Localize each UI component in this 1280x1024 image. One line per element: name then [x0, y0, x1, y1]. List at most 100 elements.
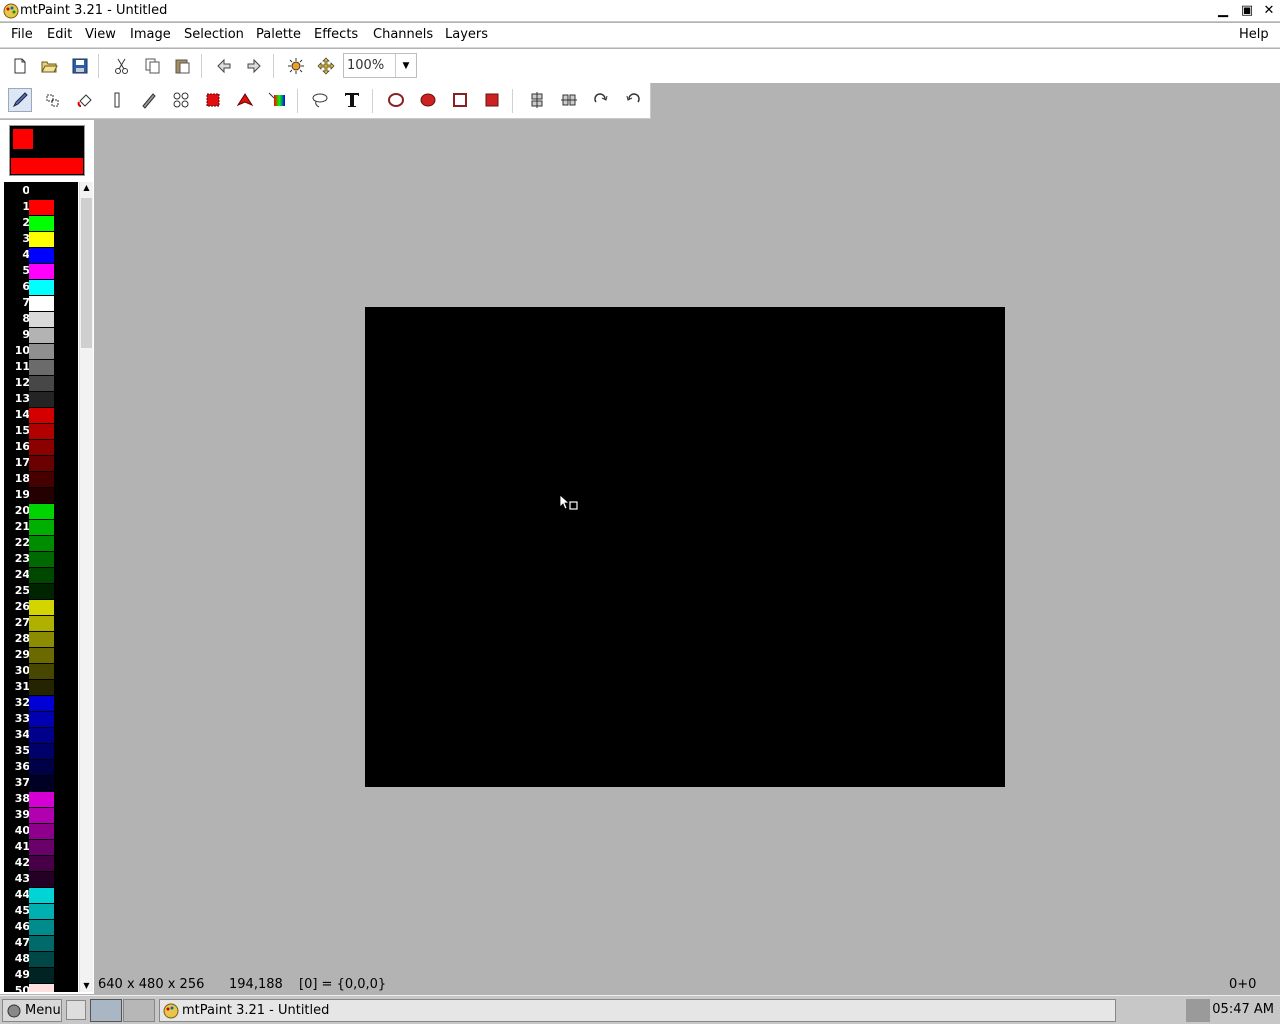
- workspace-1-button[interactable]: [90, 999, 122, 1022]
- palette-color[interactable]: [29, 712, 54, 727]
- ellipse-filled-icon[interactable]: [416, 88, 440, 112]
- palette-color[interactable]: [29, 472, 54, 487]
- palette-entry[interactable]: 11: [4, 359, 78, 375]
- minimize-button[interactable]: ▁: [1214, 3, 1232, 19]
- start-menu-button[interactable]: Menu: [2, 999, 62, 1022]
- ellipse-outline-icon[interactable]: [384, 88, 408, 112]
- palette-color[interactable]: [29, 568, 54, 583]
- palette-color[interactable]: [29, 440, 54, 455]
- palette-color[interactable]: [29, 600, 54, 615]
- palette-entry[interactable]: 12: [4, 375, 78, 391]
- palette-color[interactable]: [29, 824, 54, 839]
- rectangle-outline-icon[interactable]: [448, 88, 472, 112]
- palette-color[interactable]: [29, 552, 54, 567]
- palette-color[interactable]: [29, 616, 54, 631]
- palette-color[interactable]: [29, 920, 54, 935]
- palette-color[interactable]: [29, 216, 54, 231]
- line-tool-icon[interactable]: [105, 88, 129, 112]
- rotate-clockwise-icon[interactable]: [589, 88, 613, 112]
- show-desktop-icon[interactable]: [66, 1000, 86, 1020]
- palette-color[interactable]: [29, 424, 54, 439]
- palette-list[interactable]: 0 1 2 3 4 5 6 7 8 9 10 11 12 13 14 15 16 17 18 19 20 21 22 23 24…: [4, 182, 78, 992]
- palette-entry[interactable]: 26: [4, 599, 78, 615]
- menu-effects[interactable]: Effects: [314, 27, 358, 42]
- palette-entry[interactable]: 2: [4, 215, 78, 231]
- select-polygon-tool-icon[interactable]: [233, 88, 257, 112]
- copy-icon[interactable]: [140, 54, 164, 78]
- palette-entry[interactable]: 45: [4, 903, 78, 919]
- flip-vertical-icon[interactable]: [525, 88, 549, 112]
- palette-entry[interactable]: 48: [4, 951, 78, 967]
- rectangle-filled-icon[interactable]: [480, 88, 504, 112]
- open-file-icon[interactable]: [37, 54, 61, 78]
- smudge-tool-icon[interactable]: [137, 88, 161, 112]
- brightness-icon[interactable]: [284, 54, 308, 78]
- palette-entry[interactable]: 32: [4, 695, 78, 711]
- menu-help[interactable]: Help: [1239, 27, 1269, 42]
- palette-color[interactable]: [29, 184, 54, 199]
- palette-color[interactable]: [29, 504, 54, 519]
- color-swatch[interactable]: [9, 125, 85, 176]
- palette-color[interactable]: [29, 792, 54, 807]
- palette-entry[interactable]: 13: [4, 391, 78, 407]
- palette-entry[interactable]: 41: [4, 839, 78, 855]
- palette-entry[interactable]: 50: [4, 983, 78, 992]
- palette-color[interactable]: [29, 360, 54, 375]
- palette-entry[interactable]: 14: [4, 407, 78, 423]
- menu-edit[interactable]: Edit: [47, 27, 72, 42]
- menu-selection[interactable]: Selection: [184, 27, 244, 42]
- palette-color[interactable]: [29, 632, 54, 647]
- chevron-down-icon[interactable]: ▼: [395, 54, 416, 77]
- palette-color[interactable]: [29, 312, 54, 327]
- palette-color[interactable]: [29, 984, 54, 992]
- palette-color[interactable]: [29, 232, 54, 247]
- palette-entry[interactable]: 49: [4, 967, 78, 983]
- palette-entry[interactable]: 39: [4, 807, 78, 823]
- new-file-icon[interactable]: [8, 54, 32, 78]
- palette-entry[interactable]: 46: [4, 919, 78, 935]
- palette-scrollbar[interactable]: ▲ ▼: [79, 182, 93, 992]
- palette-entry[interactable]: 19: [4, 487, 78, 503]
- palette-color[interactable]: [29, 888, 54, 903]
- clone-tool-icon[interactable]: [169, 88, 193, 112]
- menu-channels[interactable]: Channels: [373, 27, 433, 42]
- flip-horizontal-icon[interactable]: [557, 88, 581, 112]
- palette-color[interactable]: [29, 776, 54, 791]
- palette-color[interactable]: [29, 728, 54, 743]
- palette-color[interactable]: [29, 952, 54, 967]
- palette-entry[interactable]: 5: [4, 263, 78, 279]
- palette-entry[interactable]: 38: [4, 791, 78, 807]
- cut-icon[interactable]: [110, 54, 134, 78]
- palette-entry[interactable]: 33: [4, 711, 78, 727]
- palette-entry[interactable]: 29: [4, 647, 78, 663]
- palette-color[interactable]: [29, 264, 54, 279]
- palette-color[interactable]: [29, 840, 54, 855]
- palette-color[interactable]: [29, 760, 54, 775]
- menu-view[interactable]: View: [85, 27, 116, 42]
- palette-color[interactable]: [29, 856, 54, 871]
- palette-color[interactable]: [29, 520, 54, 535]
- palette-entry[interactable]: 42: [4, 855, 78, 871]
- palette-entry[interactable]: 35: [4, 743, 78, 759]
- palette-color[interactable]: [29, 248, 54, 263]
- palette-color[interactable]: [29, 664, 54, 679]
- palette-color[interactable]: [29, 328, 54, 343]
- palette-entry[interactable]: 17: [4, 455, 78, 471]
- palette-color[interactable]: [29, 536, 54, 551]
- palette-entry[interactable]: 40: [4, 823, 78, 839]
- palette-color[interactable]: [29, 872, 54, 887]
- paste-icon[interactable]: [170, 54, 194, 78]
- select-rectangle-tool-icon[interactable]: [201, 88, 225, 112]
- workspace-2-button[interactable]: [123, 999, 155, 1022]
- palette-entry[interactable]: 47: [4, 935, 78, 951]
- palette-color[interactable]: [29, 488, 54, 503]
- paint-brush-tool-icon[interactable]: [8, 88, 32, 112]
- palette-color[interactable]: [29, 744, 54, 759]
- palette-entry[interactable]: 3: [4, 231, 78, 247]
- palette-color[interactable]: [29, 680, 54, 695]
- image-canvas[interactable]: [365, 307, 1005, 787]
- palette-entry[interactable]: 30: [4, 663, 78, 679]
- palette-entry[interactable]: 4: [4, 247, 78, 263]
- palette-entry[interactable]: 6: [4, 279, 78, 295]
- palette-color[interactable]: [29, 344, 54, 359]
